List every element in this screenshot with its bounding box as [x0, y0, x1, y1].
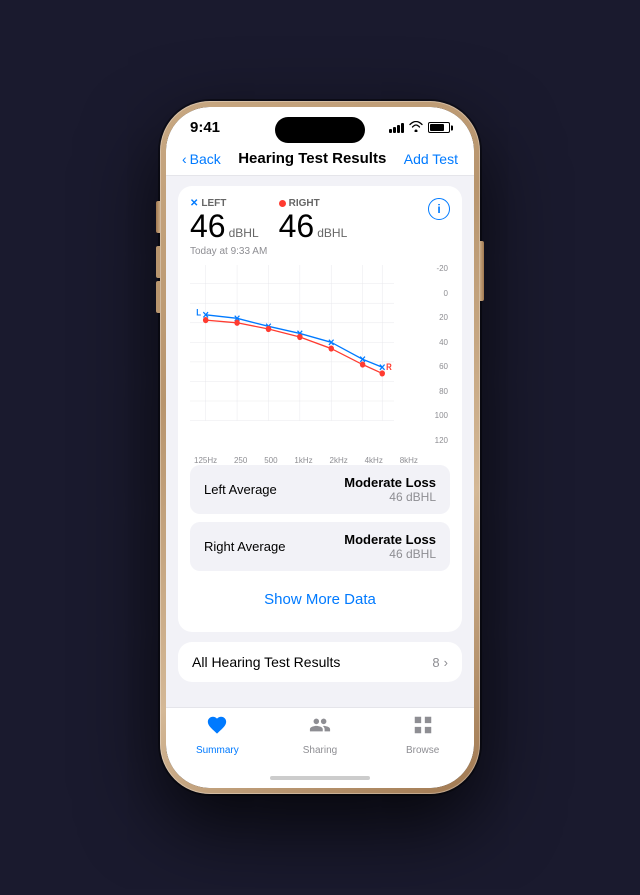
svg-text:R: R	[386, 361, 392, 372]
dynamic-island	[275, 117, 365, 143]
chart-y-labels: -20 0 20 40 60 80 100 120	[424, 265, 450, 445]
left-average-card: Left Average Moderate Loss 46 dBHL	[190, 465, 450, 514]
tab-sharing[interactable]: Sharing	[269, 714, 372, 756]
tab-browse-label: Browse	[406, 745, 439, 756]
all-results-right: 8 ›	[432, 655, 448, 670]
screen: 9:41	[166, 107, 474, 788]
nav-bar: ‹ Back Hearing Test Results Add Test	[166, 140, 474, 176]
wifi-icon	[409, 121, 423, 135]
stats-left-group: ✕ LEFT 46 dBHL	[190, 198, 347, 242]
right-average-label: Right Average	[204, 539, 285, 554]
y-label-40: 40	[424, 339, 450, 347]
svg-text:L: L	[196, 307, 201, 318]
add-test-button[interactable]: Add Test	[404, 151, 458, 167]
x-label-1khz: 1kHz	[294, 457, 312, 465]
show-more-button[interactable]: Show More Data	[190, 579, 450, 620]
right-value: 46	[279, 210, 315, 242]
all-results-label: All Hearing Test Results	[192, 654, 340, 670]
chevron-left-icon: ‹	[182, 151, 187, 167]
test-date: Today at 9:33 AM	[190, 246, 450, 257]
home-bar	[270, 776, 370, 780]
right-value-group: 46 dBHL	[279, 210, 348, 242]
people-icon	[309, 714, 331, 742]
tab-summary[interactable]: Summary	[166, 714, 269, 756]
main-content: ✕ LEFT 46 dBHL	[166, 176, 474, 707]
back-button[interactable]: ‹ Back	[182, 151, 221, 167]
x-label-8khz: 8kHz	[400, 457, 418, 465]
right-unit: dBHL	[317, 226, 347, 240]
page-title: Hearing Test Results	[238, 150, 386, 167]
y-label-60: 60	[424, 363, 450, 371]
left-stat: ✕ LEFT 46 dBHL	[190, 198, 259, 242]
right-dbhl: 46 dBHL	[344, 547, 436, 561]
x-label-250: 250	[234, 457, 247, 465]
chevron-right-icon: ›	[444, 655, 448, 670]
phone-frame: 9:41	[160, 101, 480, 794]
info-button[interactable]: i	[428, 198, 450, 220]
left-unit: dBHL	[229, 226, 259, 240]
y-label-100: 100	[424, 412, 450, 420]
all-results-row[interactable]: All Hearing Test Results 8 ›	[178, 642, 462, 682]
left-value: 46	[190, 210, 226, 242]
status-icons	[389, 121, 450, 135]
phone-inner: 9:41	[166, 107, 474, 788]
y-label-80: 80	[424, 388, 450, 396]
y-label-120: 120	[424, 437, 450, 445]
right-stat: RIGHT 46 dBHL	[279, 198, 348, 242]
x-label-4khz: 4kHz	[365, 457, 383, 465]
right-severity: Moderate Loss	[344, 532, 436, 547]
grid-icon	[412, 714, 434, 742]
left-value-group: 46 dBHL	[190, 210, 259, 242]
left-average-label: Left Average	[204, 482, 277, 497]
audiogram-svg: L R	[190, 265, 394, 425]
x-label-2khz: 2kHz	[330, 457, 348, 465]
back-label: Back	[190, 151, 221, 167]
y-label-0: 0	[424, 290, 450, 298]
tab-bar: Summary Sharing	[166, 707, 474, 772]
right-average-value: Moderate Loss 46 dBHL	[344, 532, 436, 561]
status-time: 9:41	[190, 119, 220, 136]
left-severity: Moderate Loss	[344, 475, 436, 490]
signal-icon	[389, 123, 404, 133]
y-label-20: 20	[424, 314, 450, 322]
hearing-stats-card: ✕ LEFT 46 dBHL	[178, 186, 462, 632]
home-indicator	[166, 772, 474, 788]
all-results-count: 8	[432, 655, 439, 670]
audiogram-chart: L R -20 0 20 40 60 80	[190, 265, 450, 465]
left-dbhl: 46 dBHL	[344, 490, 436, 504]
stats-row: ✕ LEFT 46 dBHL	[190, 198, 450, 242]
x-label-500: 500	[264, 457, 277, 465]
y-label-minus20: -20	[424, 265, 450, 273]
chart-x-labels: 125Hz 250 500 1kHz 2kHz 4kHz 8kHz	[190, 447, 422, 465]
left-average-value: Moderate Loss 46 dBHL	[344, 475, 436, 504]
tab-summary-label: Summary	[196, 745, 239, 756]
heart-icon	[206, 714, 228, 742]
battery-icon	[428, 122, 450, 133]
right-dot-marker	[279, 200, 286, 207]
tab-sharing-label: Sharing	[303, 745, 337, 756]
tab-browse[interactable]: Browse	[371, 714, 474, 756]
chart-area: L R	[190, 265, 422, 445]
x-label-125hz: 125Hz	[194, 457, 217, 465]
right-average-card: Right Average Moderate Loss 46 dBHL	[190, 522, 450, 571]
show-more-label: Show More Data	[264, 591, 376, 608]
